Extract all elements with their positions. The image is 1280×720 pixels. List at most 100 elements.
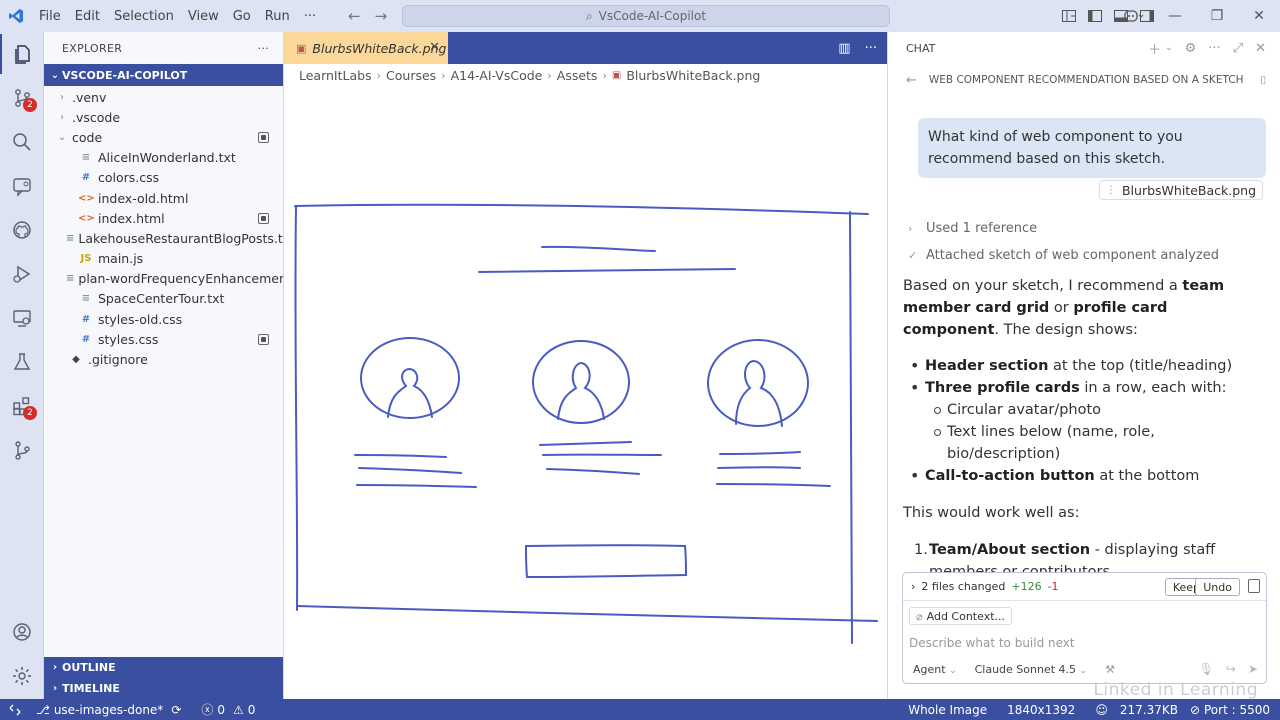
problems-indicator[interactable]: ⓧ 0 ⚠ 0 <box>195 701 261 718</box>
image-preview[interactable] <box>284 86 887 699</box>
emphasis: Header section <box>925 358 1049 374</box>
files-changed-bar[interactable]: › 2 files changed +126 -1 Keep Undo <box>903 573 1266 601</box>
close-panel-icon[interactable]: ✕ <box>1255 41 1266 56</box>
maximize-panel-icon[interactable]: ⤢ <box>1233 41 1243 56</box>
chevron-right-icon: › <box>52 683 58 694</box>
chevron-down-icon: ⌄ <box>1079 665 1088 676</box>
file-item[interactable]: ◆ .gitignore <box>44 349 283 369</box>
sync-icon[interactable]: ⟳ <box>171 703 181 717</box>
settings-gear-icon[interactable] <box>0 656 44 696</box>
file-item[interactable]: ≡ AliceInWonderland.txt <box>44 148 283 168</box>
explorer-more-icon[interactable]: ··· <box>258 42 269 55</box>
remote-explorer-icon[interactable] <box>0 298 44 338</box>
chat-header-actions: ＋ ⌄ ⚙ ··· ⤢ ✕ <box>1148 32 1266 64</box>
breadcrumb-item[interactable]: BlurbsWhiteBack.png <box>626 68 760 83</box>
testing-icon[interactable] <box>0 342 44 382</box>
menu-run[interactable]: Run <box>258 9 297 24</box>
folder-item[interactable]: › .venv <box>44 87 283 107</box>
back-arrow-icon[interactable]: ← <box>348 7 361 25</box>
toggle-sidebar-icon[interactable] <box>1084 10 1106 22</box>
used-reference-row[interactable]: › Used 1 reference <box>908 221 1037 236</box>
add-context-button[interactable]: ⌀ Add Context... <box>909 607 1012 625</box>
outline-section[interactable]: › OUTLINE <box>44 657 283 678</box>
sessions-panel-icon[interactable]: ▯ <box>1260 74 1266 86</box>
search-view-icon[interactable] <box>0 122 44 162</box>
tree-item-label: .gitignore <box>88 352 148 368</box>
emphasis: Call-to-action button <box>925 468 1095 484</box>
close-window-icon[interactable]: ✕ <box>1238 0 1280 32</box>
tree-item-label: .vscode <box>72 109 121 125</box>
file-item[interactable]: ≡ LakehouseRestaurantBlogPosts.txt <box>44 228 283 248</box>
chat-input[interactable] <box>909 633 1259 653</box>
list-item: Text lines below (name, role, bio/descri… <box>903 421 1268 465</box>
text: at the top (title/heading) <box>1048 358 1233 374</box>
delegate-icon[interactable]: ↪ <box>1226 662 1236 676</box>
tools-icon[interactable]: ⚒ <box>1105 663 1115 676</box>
editor-more-icon[interactable]: ··· <box>865 41 877 56</box>
file-item[interactable]: # styles-old.css <box>44 309 283 329</box>
minimize-icon[interactable]: — <box>1154 0 1196 32</box>
menu-edit[interactable]: Edit <box>68 9 107 24</box>
git-graph-icon[interactable] <box>0 430 44 470</box>
chat-settings-icon[interactable]: ⚙ <box>1185 41 1197 56</box>
emphasis: Team/About section <box>929 542 1091 558</box>
github-icon[interactable] <box>0 210 44 250</box>
chat-more-icon[interactable]: ··· <box>1208 41 1220 56</box>
model-picker[interactable]: Claude Sonnet 4.5 ⌄ <box>975 663 1087 676</box>
run-debug-icon[interactable] <box>0 254 44 294</box>
file-item[interactable]: ≡plan-wordFrequencyEnhancements.p... <box>44 269 283 289</box>
breadcrumb-item[interactable]: A14-AI-VsCode <box>451 68 543 83</box>
split-editor-icon[interactable]: ▥ <box>838 41 850 56</box>
breadcrumb-item[interactable]: Assets <box>557 68 598 83</box>
file-item[interactable]: JS main.js <box>44 249 283 269</box>
menu-go[interactable]: Go <box>226 9 258 24</box>
editor-tab[interactable]: ▣ BlurbsWhiteBack.png ✕ <box>284 32 448 64</box>
folder-item[interactable]: › .vscode <box>44 107 283 127</box>
remote-icon[interactable] <box>0 699 30 720</box>
back-arrow-icon[interactable]: ← <box>906 73 917 88</box>
file-item[interactable]: <> index.html <box>44 208 283 228</box>
undo-button[interactable]: Undo <box>1195 578 1240 596</box>
chevron-down-icon[interactable]: ⌄ <box>1165 43 1173 53</box>
menu-more[interactable]: ··· <box>297 9 323 24</box>
forward-arrow-icon[interactable]: → <box>375 7 388 25</box>
file-item[interactable]: ≡ SpaceCenterTour.txt <box>44 289 283 309</box>
breadcrumb-item[interactable]: Courses <box>386 68 436 83</box>
additions-count: +126 <box>1011 580 1042 593</box>
file-item[interactable]: # colors.css <box>44 168 283 188</box>
used-reference-label: Used 1 reference <box>926 221 1038 236</box>
explorer-title: EXPLORER <box>62 41 123 55</box>
attachment-chip[interactable]: ⋮ BlurbsWhiteBack.png <box>1098 180 1263 200</box>
folder-item[interactable]: ⌄ code <box>44 127 283 147</box>
account-icon[interactable] <box>0 612 44 652</box>
copy-icon[interactable] <box>1248 579 1260 593</box>
file-item[interactable]: <> index-old.html <box>44 188 283 208</box>
menu-file[interactable]: File <box>32 9 68 24</box>
maximize-icon[interactable]: ❐ <box>1196 0 1238 32</box>
send-icon[interactable]: ➤ <box>1248 662 1258 676</box>
image-size: 217.37KB <box>1119 702 1178 717</box>
timeline-section[interactable]: › TIMELINE <box>44 678 283 699</box>
command-center[interactable]: ⌕ VsCode-AI-Copilot <box>402 5 890 27</box>
toggle-panel-icon[interactable] <box>1110 10 1132 22</box>
new-chat-icon[interactable]: ＋ <box>1148 39 1161 58</box>
file-item[interactable]: # styles.css <box>44 329 283 349</box>
menu-view[interactable]: View <box>181 9 226 24</box>
close-icon[interactable]: ✕ <box>429 40 440 55</box>
workspace-header[interactable]: ⌄ VSCODE-AI-COPILOT <box>44 64 283 86</box>
menu-selection[interactable]: Selection <box>107 9 181 24</box>
chat-view-icon[interactable] <box>0 166 44 206</box>
customize-layout-icon[interactable] <box>1058 10 1080 22</box>
source-control-icon[interactable]: 2 <box>0 78 44 118</box>
breadcrumb-item[interactable]: LearnItLabs <box>299 68 372 83</box>
live-server-port[interactable]: ⊘ Port : 5500 <box>1184 703 1280 717</box>
image-zoom[interactable]: Whole Image <box>902 703 1001 717</box>
copilot-status-icon[interactable]: ☺ <box>1089 703 1114 717</box>
explorer-icon[interactable] <box>0 34 44 74</box>
tree-item-label: code <box>72 129 103 145</box>
microphone-icon[interactable]: 🎙 <box>1199 662 1214 676</box>
branch-indicator[interactable]: ⎇ use-images-done* ⟳ <box>30 703 187 717</box>
extensions-icon[interactable]: 2 <box>0 386 44 426</box>
mode-picker[interactable]: Agent ⌄ <box>913 663 957 676</box>
errors-count: 0 <box>217 702 226 717</box>
